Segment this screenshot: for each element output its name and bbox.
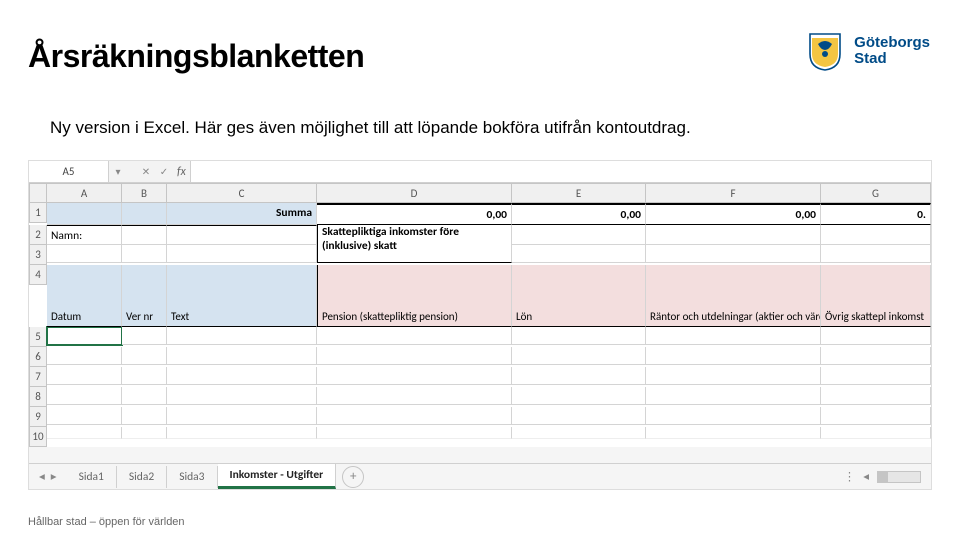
cell-g2[interactable]: [821, 225, 931, 245]
cell-g4[interactable]: Övrig skattepl inkomst: [821, 265, 931, 327]
cell-g5[interactable]: [821, 327, 931, 345]
cell-g1[interactable]: 0.: [821, 203, 931, 225]
cell-e1[interactable]: 0,00: [512, 203, 646, 225]
horizontal-scrollbar[interactable]: [877, 471, 921, 483]
cell-g3[interactable]: [821, 245, 931, 263]
cell-f2[interactable]: [646, 225, 821, 245]
row-head-7[interactable]: 7: [29, 367, 47, 387]
cell-b2[interactable]: [122, 225, 167, 245]
cell-c4[interactable]: Text: [167, 265, 317, 327]
cell-d1[interactable]: 0,00: [317, 203, 512, 225]
cell-a5[interactable]: [47, 327, 122, 345]
cell-a3[interactable]: [47, 245, 122, 263]
sheet-tab-inkomster-utgifter[interactable]: Inkomster - Utgifter: [218, 464, 337, 489]
select-all-corner[interactable]: [29, 183, 47, 203]
row-head-9[interactable]: 9: [29, 407, 47, 427]
cell-c3[interactable]: [167, 245, 317, 263]
row-head-3[interactable]: 3: [29, 245, 47, 265]
tab-nav-next-icon[interactable]: ▸: [51, 469, 57, 484]
cell-b1[interactable]: [122, 203, 167, 225]
row-head-8[interactable]: 8: [29, 387, 47, 407]
tab-split-icon[interactable]: ⋮: [844, 469, 856, 484]
row-head-5[interactable]: 5: [29, 327, 47, 347]
add-sheet-button[interactable]: +: [342, 466, 364, 488]
col-head-d[interactable]: D: [317, 183, 512, 203]
col-head-c[interactable]: C: [167, 183, 317, 203]
excel-screenshot: A5 ▾ ✕ ✓ fx A B C D E F G 1 Summa 0,00 0…: [28, 160, 932, 490]
cell-e3[interactable]: [512, 245, 646, 263]
formula-input[interactable]: [190, 161, 931, 182]
cell-d4[interactable]: Pension (skattepliktig pension): [317, 265, 512, 327]
slide-title: Årsräkningsblanketten: [28, 38, 364, 75]
formula-bar: A5 ▾ ✕ ✓ fx: [29, 161, 931, 183]
col-head-b[interactable]: B: [122, 183, 167, 203]
sheet-tab-sida1[interactable]: Sida1: [67, 466, 117, 488]
col-head-g[interactable]: G: [821, 183, 931, 203]
cell-b4[interactable]: Ver nr: [122, 265, 167, 327]
cell-e5[interactable]: [512, 327, 646, 345]
hscroll-left-icon[interactable]: ◂: [863, 469, 869, 484]
cell-a1[interactable]: [47, 203, 122, 225]
logo: GöteborgsStad: [804, 30, 930, 72]
logo-text: GöteborgsStad: [854, 35, 930, 68]
name-box[interactable]: A5: [29, 161, 109, 182]
tab-nav-prev-icon[interactable]: ◂: [39, 469, 45, 484]
cell-f1[interactable]: 0,00: [646, 203, 821, 225]
cell-a2[interactable]: Namn:: [47, 225, 122, 245]
row-head-2[interactable]: 2: [29, 225, 47, 245]
cell-a6[interactable]: [47, 347, 122, 365]
accept-formula-icon[interactable]: ✓: [155, 165, 173, 178]
row-head-6[interactable]: 6: [29, 347, 47, 367]
row-head-4[interactable]: 4: [29, 265, 47, 285]
cell-a4[interactable]: Datum: [47, 265, 122, 327]
sheet-tab-bar: ◂ ▸ Sida1 Sida2 Sida3 Inkomster - Utgift…: [29, 463, 931, 489]
goteborg-coat-of-arms-icon: [804, 30, 846, 72]
cell-d2[interactable]: Skattepliktiga inkomster före (inklusive…: [317, 225, 512, 263]
cell-f4[interactable]: Räntor och utdelningar (aktier och värde…: [646, 265, 821, 327]
sheet-tab-sida2[interactable]: Sida2: [117, 466, 167, 488]
cell-c5[interactable]: [167, 327, 317, 345]
spreadsheet-grid: A B C D E F G 1 Summa 0,00 0,00 0,00 0. …: [29, 183, 931, 447]
row-head-1[interactable]: 1: [29, 203, 47, 223]
cell-c1[interactable]: Summa: [167, 203, 317, 225]
name-box-dropdown-icon[interactable]: ▾: [109, 165, 127, 178]
cancel-formula-icon[interactable]: ✕: [137, 165, 155, 178]
cell-d5[interactable]: [317, 327, 512, 345]
row-head-10[interactable]: 10: [29, 427, 47, 447]
sheet-tab-sida3[interactable]: Sida3: [167, 466, 217, 488]
col-head-f[interactable]: F: [646, 183, 821, 203]
slide-subtitle: Ny version i Excel. Här ges även möjligh…: [50, 118, 691, 138]
cell-e2[interactable]: [512, 225, 646, 245]
cell-e4[interactable]: Lön: [512, 265, 646, 327]
col-head-a[interactable]: A: [47, 183, 122, 203]
col-head-e[interactable]: E: [512, 183, 646, 203]
cell-b5[interactable]: [122, 327, 167, 345]
cell-f5[interactable]: [646, 327, 821, 345]
slide-footer: Hållbar stad – öppen för världen: [28, 516, 185, 528]
cell-f3[interactable]: [646, 245, 821, 263]
cell-c2[interactable]: [167, 225, 317, 245]
fx-label[interactable]: fx: [177, 165, 186, 179]
cell-b3[interactable]: [122, 245, 167, 263]
